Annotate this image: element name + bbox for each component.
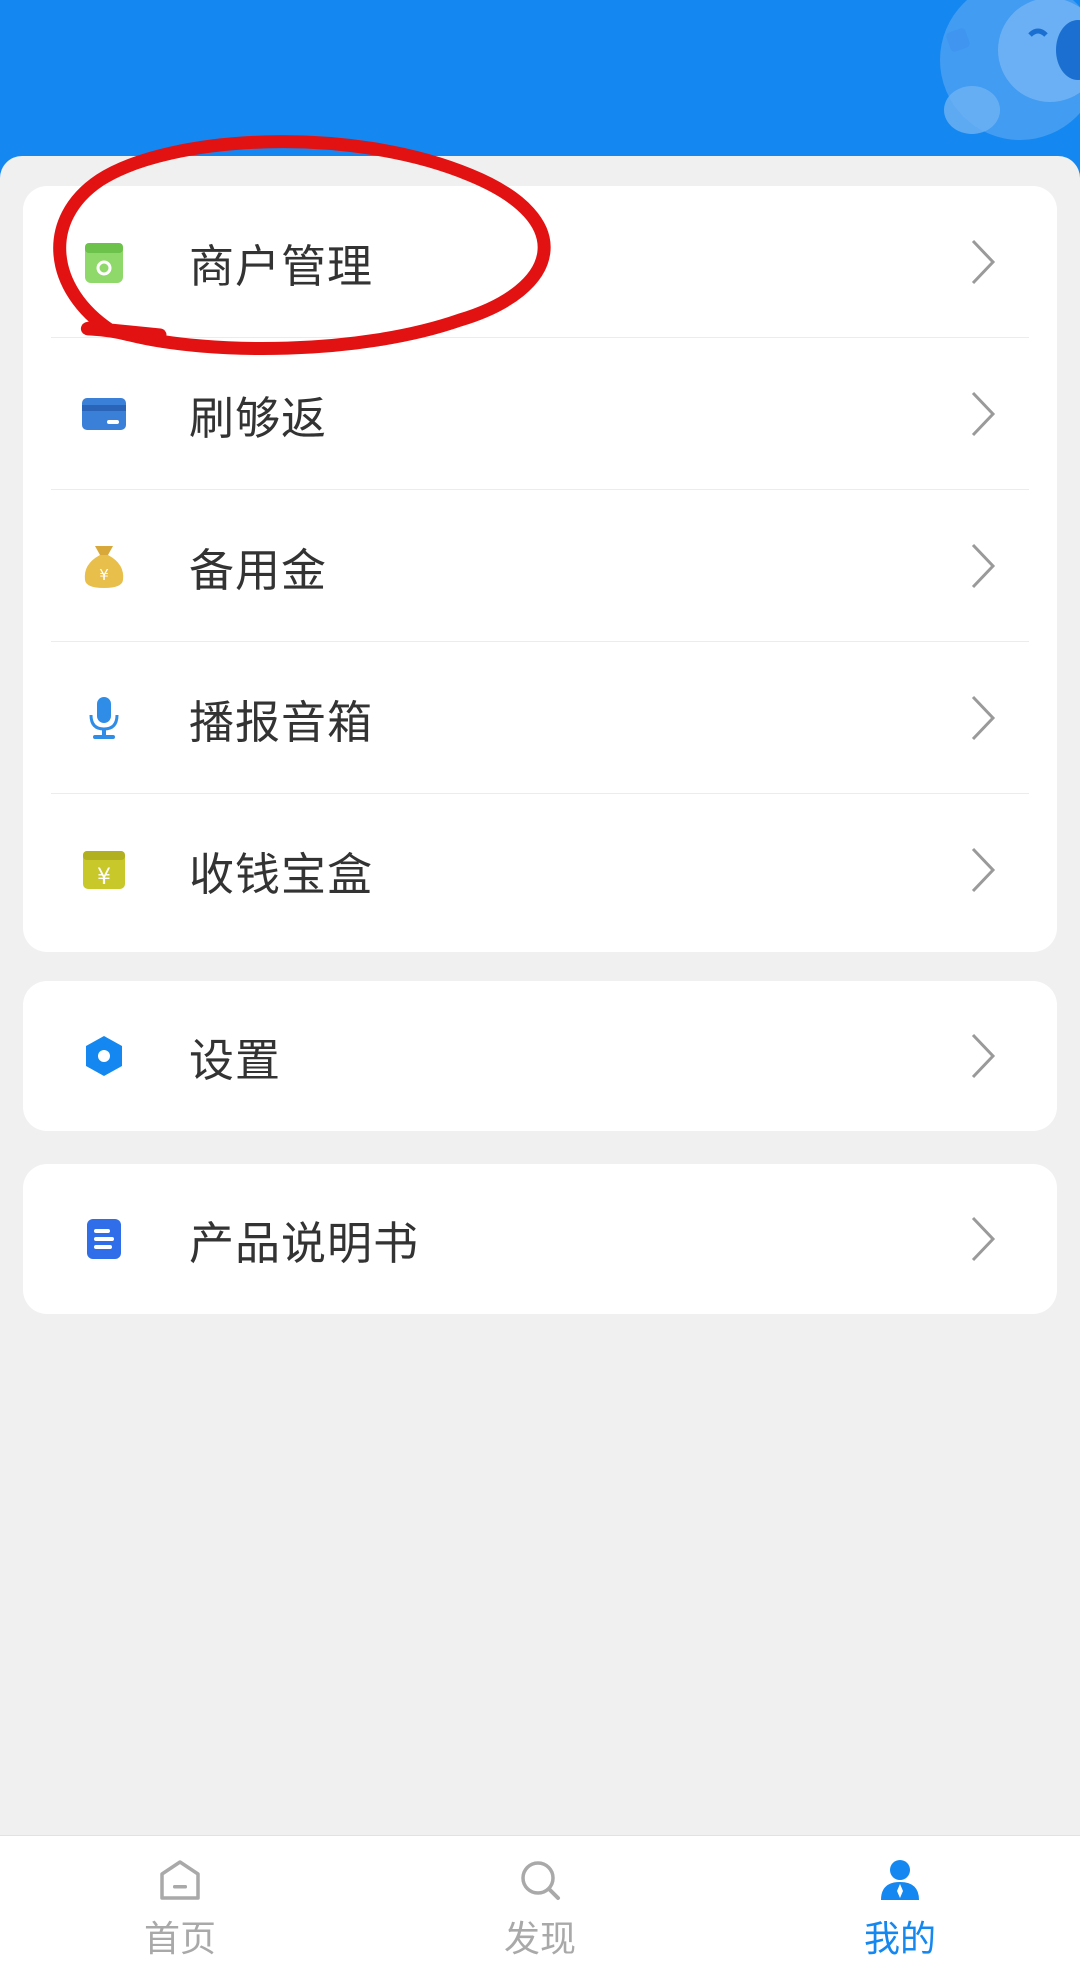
- tab-label: 首页: [143, 1919, 216, 1960]
- menu-item-product-manual[interactable]: 产品说明书: [23, 1164, 1057, 1314]
- chevron-right-icon: [971, 391, 996, 437]
- tab-home[interactable]: 首页: [0, 1836, 360, 1984]
- chevron-right-icon: [971, 543, 996, 589]
- tab-label: 我的: [863, 1919, 936, 1960]
- menu-item-cash-box[interactable]: ¥ 收钱宝盒: [23, 794, 1057, 946]
- menu-card-manual: 产品说明书: [23, 1164, 1057, 1314]
- menu-item-reserve-fund[interactable]: ¥ 备用金: [23, 490, 1057, 642]
- search-icon: [521, 1861, 560, 1900]
- svg-text:¥: ¥: [99, 566, 109, 584]
- chevron-right-icon: [971, 239, 996, 285]
- menu-item-shua-gou-fan[interactable]: 刷够返: [23, 338, 1057, 490]
- chevron-right-icon: [971, 695, 996, 741]
- mascot-illustration-icon: [940, 0, 1080, 140]
- chevron-right-icon: [971, 1216, 996, 1262]
- menu-item-label: 商户管理: [189, 239, 374, 293]
- menu-item-broadcast-speaker[interactable]: 播报音箱: [23, 642, 1057, 794]
- menu-item-merchant-management[interactable]: 商户管理: [23, 186, 1057, 338]
- menu-item-label: 备用金: [189, 543, 328, 597]
- menu-card-main: 商户管理 刷够返 ¥ 备用金 播报音箱 ¥ 收钱宝盒: [23, 186, 1057, 952]
- menu-item-label: 产品说明书: [189, 1216, 420, 1270]
- tab-label: 发现: [503, 1919, 576, 1960]
- menu-item-label: 收钱宝盒: [189, 847, 374, 901]
- menu-card-settings: 设置: [23, 981, 1057, 1131]
- menu-item-label: 播报音箱: [189, 695, 374, 749]
- settings-icon: [81, 1033, 127, 1079]
- menu-item-label: 刷够返: [189, 391, 328, 445]
- store-icon: [81, 239, 127, 285]
- bottom-tab-bar: 首页 发现 我的: [0, 1835, 1080, 1984]
- profile-icon: [881, 1860, 919, 1900]
- microphone-icon: [81, 695, 127, 741]
- money-bag-icon: ¥: [81, 543, 127, 589]
- tab-discover[interactable]: 发现: [360, 1836, 720, 1984]
- svg-text:¥: ¥: [97, 865, 111, 890]
- menu-item-label: 设置: [189, 1033, 282, 1087]
- menu-item-settings[interactable]: 设置: [23, 981, 1057, 1131]
- chevron-right-icon: [971, 847, 996, 893]
- tab-mine[interactable]: 我的: [720, 1836, 1080, 1984]
- document-icon: [81, 1216, 127, 1262]
- cash-box-icon: ¥: [81, 847, 127, 893]
- home-icon: [160, 1860, 200, 1900]
- card-icon: [81, 391, 127, 437]
- chevron-right-icon: [971, 1033, 996, 1079]
